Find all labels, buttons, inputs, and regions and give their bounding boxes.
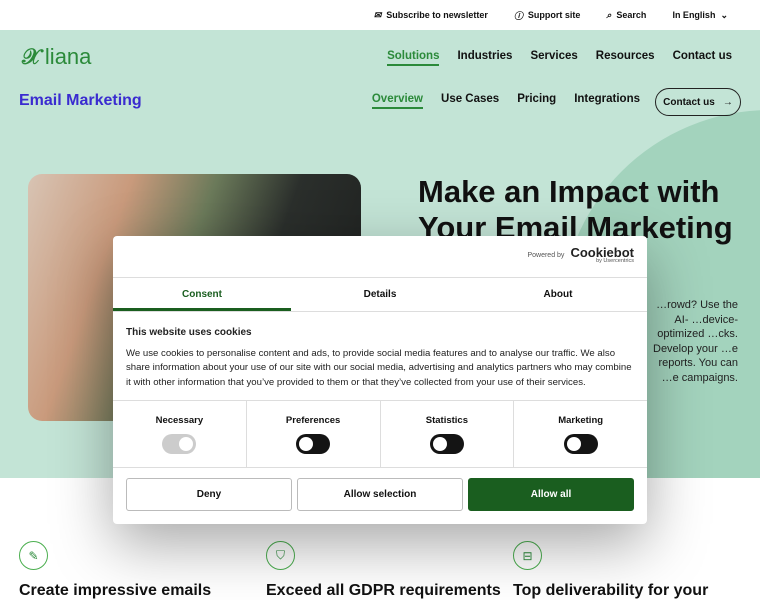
logo-mark-icon: 𝒳 xyxy=(22,44,41,69)
allow-all-button[interactable]: Allow all xyxy=(468,478,634,511)
main-nav: Solutions Industries Services Resources … xyxy=(387,50,732,66)
tab-consent[interactable]: Consent xyxy=(113,278,291,311)
product-title[interactable]: Email Marketing xyxy=(19,92,142,110)
allow-selection-button[interactable]: Allow selection xyxy=(297,478,463,511)
cookie-heading: This website uses cookies xyxy=(126,327,252,338)
top-bar: ✉ Subscribe to newsletter ⓘ Support site ⌕… xyxy=(0,0,760,30)
nav-services[interactable]: Services xyxy=(530,50,577,66)
arrow-right-icon: → xyxy=(722,96,733,108)
nav-industries[interactable]: Industries xyxy=(457,50,512,66)
cookiebot-logo: Cookiebot by Usercentrics xyxy=(570,245,634,264)
cookie-dialog: Powered by Cookiebot by Usercentrics Conse… xyxy=(113,236,647,524)
shield-icon: ⛉ xyxy=(266,541,295,570)
search-link[interactable]: ⌕ Search xyxy=(606,10,646,21)
deny-button[interactable]: Deny xyxy=(126,478,292,511)
pencil-icon: ✎ xyxy=(19,541,48,570)
cookie-tabs: Consent Details About xyxy=(113,277,647,312)
cookie-text: We use cookies to personalise content an… xyxy=(126,347,632,388)
contact-button[interactable]: Contact us → xyxy=(655,88,741,116)
subnav-integrations[interactable]: Integrations xyxy=(574,93,640,109)
subnav-use-cases[interactable]: Use Cases xyxy=(441,93,499,109)
subnav-pricing[interactable]: Pricing xyxy=(517,93,556,109)
support-link[interactable]: ⓘ Support site xyxy=(514,9,581,22)
cookie-buttons: Deny Allow selection Allow all xyxy=(126,478,634,511)
feature: ✎ Create impressive emails xyxy=(19,541,211,600)
statistics-toggle[interactable] xyxy=(429,434,464,454)
nav-contact[interactable]: Contact us xyxy=(673,50,732,66)
cookiebot-subtitle: by Usercentrics xyxy=(596,258,634,264)
tab-about[interactable]: About xyxy=(469,278,647,311)
inbox-icon: ⊟ xyxy=(513,541,542,570)
subnav-overview[interactable]: Overview xyxy=(371,93,424,109)
logo[interactable]: 𝒳liana xyxy=(22,44,91,70)
nav-solutions[interactable]: Solutions xyxy=(387,50,440,66)
search-icon: ⌕ xyxy=(606,9,612,20)
powered-by[interactable]: Powered by Cookiebot by Usercentrics xyxy=(527,246,634,265)
feature: ⛉ Exceed all GDPR requirements xyxy=(266,541,501,600)
mail-icon: ✉ xyxy=(373,9,382,20)
feature: ⊟ Top deliverability for your xyxy=(513,541,708,600)
nav-resources[interactable]: Resources xyxy=(596,50,655,66)
language-select[interactable]: In English ⌄ xyxy=(672,10,728,21)
sub-nav: Overview Use Cases Pricing Integrations xyxy=(371,93,640,109)
tab-details[interactable]: Details xyxy=(291,278,469,311)
help-icon: ⓘ xyxy=(513,10,523,21)
newsletter-link[interactable]: ✉ Subscribe to newsletter xyxy=(374,10,488,21)
cookie-toggles: Necessary Preferences Statistics Marketi… xyxy=(113,400,647,468)
cookie-body: This website uses cookies We use cookies… xyxy=(126,326,634,390)
preferences-toggle[interactable] xyxy=(296,434,331,454)
necessary-toggle xyxy=(162,434,197,454)
marketing-toggle[interactable] xyxy=(563,434,598,454)
